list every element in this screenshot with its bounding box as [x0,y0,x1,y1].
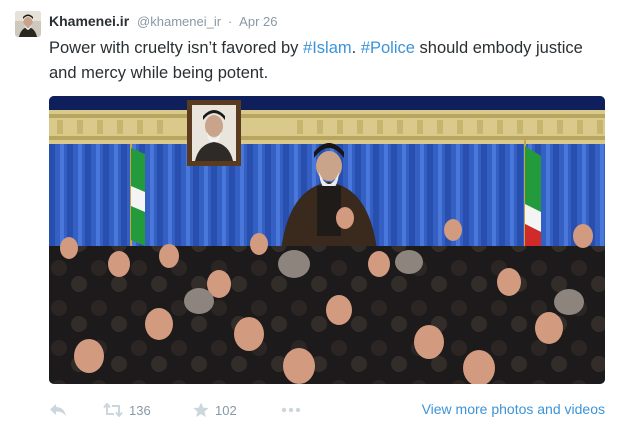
author-handle[interactable]: @khamenei_ir [137,14,221,29]
avatar[interactable] [15,11,41,37]
tweet-header: Khamenei.ir @khamenei_ir · Apr 26 [49,12,277,31]
more-button[interactable] [281,398,301,422]
reply-button[interactable] [49,398,67,422]
tweet-actions: 136 102 View more photos and videos [49,398,605,422]
tweet-text-part: . [351,39,361,57]
retweet-count: 136 [129,402,151,418]
hashtag-police[interactable]: #Police [361,39,415,57]
favorite-count: 102 [215,402,237,418]
view-more-photos-link[interactable]: View more photos and videos [422,401,605,417]
retweet-icon [103,403,123,417]
star-icon [193,402,209,418]
hashtag-islam[interactable]: #Islam [303,39,352,57]
tweet-text-part: Power with cruelty isn’t favored by [49,39,304,57]
separator-dot: · [227,14,233,29]
tweet-photo[interactable] [49,96,605,384]
retweet-button[interactable]: 136 [103,398,151,422]
author-name[interactable]: Khamenei.ir [49,13,129,29]
tweet-text: Power with cruelty isn’t favored by #Isl… [49,36,609,86]
tweet-date[interactable]: Apr 26 [239,14,277,29]
more-icon [281,407,301,413]
reply-icon [49,403,67,417]
favorite-button[interactable]: 102 [193,398,237,422]
